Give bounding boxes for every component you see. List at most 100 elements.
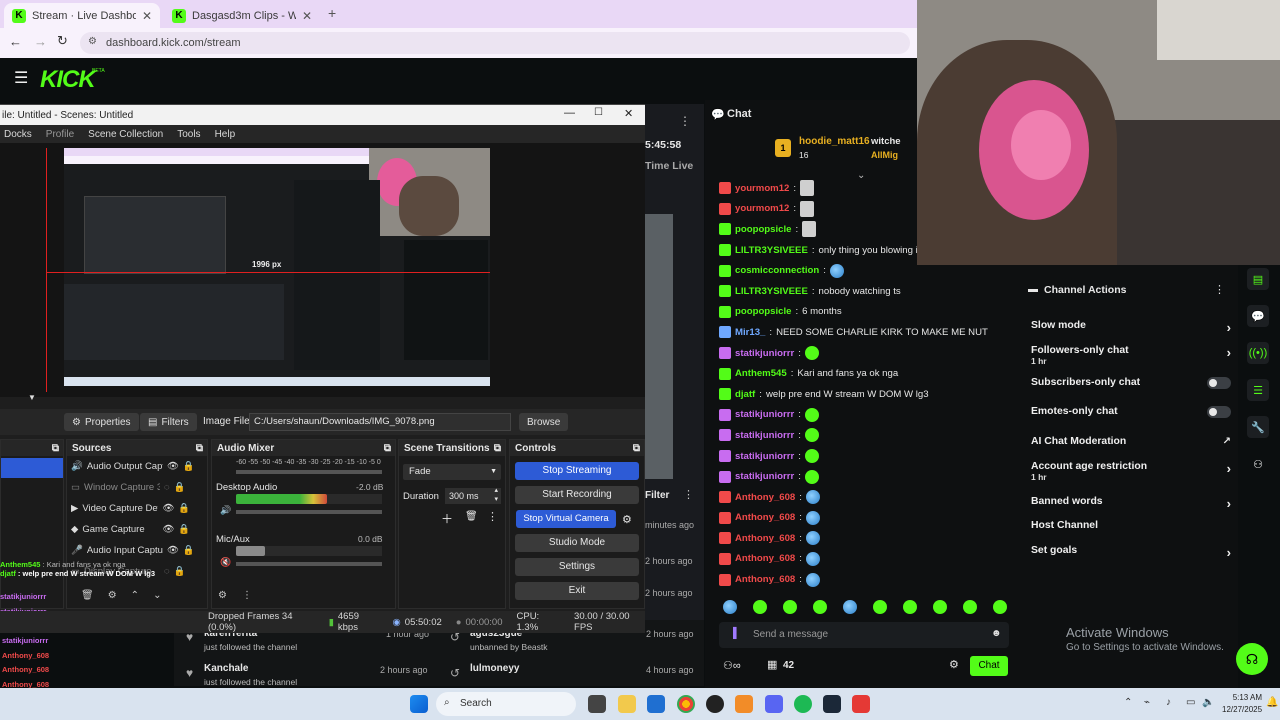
mic-muted-icon[interactable]: 🔇	[220, 557, 231, 568]
rail-list-icon[interactable]: ☰	[1247, 379, 1269, 401]
close-tab-icon[interactable]: ✕	[302, 9, 312, 23]
add-icon[interactable]: ＋	[441, 510, 453, 527]
undock-icon[interactable]: ⧉	[494, 443, 505, 454]
quick-emote-icon[interactable]	[843, 600, 857, 614]
lock-icon[interactable]: 🔒	[183, 545, 195, 556]
gear-icon[interactable]: ⚙	[108, 590, 117, 601]
tab-clips[interactable]: K Dasgasd3m Clips - Watch Live on Kick ✕	[164, 3, 320, 28]
exit-button[interactable]: Exit	[515, 582, 639, 600]
lock-icon[interactable]: 🔒	[174, 482, 186, 493]
quick-emote-icon[interactable]	[753, 600, 767, 614]
notification-icon[interactable]: 🔔	[1266, 697, 1278, 708]
stepper-icon[interactable]: ▴ ▾	[494, 486, 498, 504]
stop-virtual-camera-button[interactable]: Stop Virtual Camera	[516, 510, 616, 528]
stop-streaming-button[interactable]: Stop Streaming	[515, 462, 639, 480]
back-icon[interactable]: ←	[9, 34, 22, 49]
site-info-icon[interactable]: ⚙	[88, 36, 97, 47]
chat-username[interactable]: Mir13_	[735, 327, 765, 338]
steam-icon[interactable]	[823, 695, 841, 713]
filter-label[interactable]: Filter	[645, 490, 669, 501]
chat-username[interactable]: LILTR3YSIVEEE	[735, 286, 808, 297]
chat-username[interactable]: poopopsicle	[735, 224, 792, 235]
more-icon[interactable]: ⋮	[683, 488, 694, 501]
undock-icon[interactable]: ⧉	[384, 443, 395, 454]
gear-icon[interactable]: ⚙	[622, 513, 632, 526]
chat-username[interactable]: yourmom12	[735, 183, 789, 194]
tray-display-icon[interactable]: ▭	[1186, 697, 1195, 708]
quick-emote-icon[interactable]	[993, 600, 1007, 614]
activity-user[interactable]: lulmoneyy	[470, 663, 519, 674]
menu-icon[interactable]: ☰	[14, 68, 28, 88]
rail-broadcast-icon[interactable]: ((•))	[1247, 342, 1269, 364]
speaker-icon[interactable]: 🔊	[220, 505, 231, 516]
external-link-icon[interactable]: ↗	[1223, 436, 1231, 447]
start-icon[interactable]	[410, 695, 428, 713]
channel-action-item[interactable]: Emotes-only chat	[1031, 406, 1231, 418]
transition-select[interactable]: Fade ▼	[403, 464, 501, 480]
address-bar[interactable]: ⚙ dashboard.kick.com/stream	[80, 32, 910, 54]
chat-username[interactable]: cosmicconnection	[735, 265, 819, 276]
lock-icon[interactable]: 🔒	[178, 524, 190, 535]
lock-icon[interactable]: 🔒	[178, 503, 190, 514]
source-item[interactable]: ◆ Game Capture 👁 🔒	[67, 519, 207, 540]
properties-button[interactable]: ⚙ Properties	[64, 413, 139, 431]
menu-profile[interactable]: Profile	[46, 129, 74, 140]
volume-slider[interactable]	[236, 510, 382, 514]
more-icon[interactable]: ⋮	[242, 590, 252, 601]
more-icon[interactable]: ⋮	[679, 114, 691, 128]
channel-action-item[interactable]: Subscribers-only chat	[1031, 377, 1231, 389]
tray-network-icon[interactable]: ⌁	[1144, 697, 1150, 708]
lock-icon[interactable]: 🔒	[183, 461, 195, 472]
browse-button[interactable]: Browse	[519, 413, 569, 431]
chat-username[interactable]: Anthony_608	[735, 553, 795, 564]
remove-icon[interactable]: 🗑	[465, 511, 478, 522]
chat-username[interactable]: statikjuniorrr	[735, 409, 794, 420]
toggle-switch[interactable]	[1207, 406, 1231, 418]
volume-slider[interactable]	[236, 470, 382, 474]
channel-action-item[interactable]: Slow mode ›	[1031, 320, 1231, 335]
chat-username[interactable]: statikjuniorrr	[735, 451, 794, 462]
quick-emote-icon[interactable]	[783, 600, 797, 614]
eye-icon[interactable]: 👁	[167, 545, 179, 556]
channel-action-item[interactable]: Set goals ›	[1031, 545, 1231, 560]
channel-action-item[interactable]: Account age restriction 1 hr ›	[1031, 461, 1231, 482]
quick-emote-icon[interactable]	[873, 600, 887, 614]
chat-username[interactable]: LILTR3YSIVEEE	[735, 245, 808, 256]
obs-icon[interactable]	[706, 695, 724, 713]
eye-icon[interactable]: 👁	[162, 503, 174, 514]
mixer-settings-icon[interactable]: ⚙	[218, 590, 227, 601]
minimize-icon[interactable]: —	[564, 107, 575, 119]
menu-scene-collection[interactable]: Scene Collection	[88, 129, 163, 140]
close-tab-icon[interactable]: ✕	[142, 9, 152, 23]
file-explorer-icon[interactable]	[618, 695, 636, 713]
channel-action-item[interactable]: Host Channel	[1031, 520, 1231, 531]
settings-button[interactable]: Settings	[515, 558, 639, 576]
discord-icon[interactable]	[765, 695, 783, 713]
channel-action-item[interactable]: AI Chat Moderation ↗	[1031, 436, 1231, 447]
taskbar-clock[interactable]: 5:13 AM 12/27/2025	[1222, 692, 1262, 716]
chat-username[interactable]: statikjuniorrr	[735, 471, 794, 482]
chat-username[interactable]: Anthony_608	[735, 533, 795, 544]
reload-icon[interactable]: ↻	[57, 33, 68, 49]
quick-emote-icon[interactable]	[933, 600, 947, 614]
quick-emote-icon[interactable]	[903, 600, 917, 614]
chat-settings-icon[interactable]: ⚙	[949, 658, 959, 671]
chat-username[interactable]: Anthony_608	[735, 492, 795, 503]
rail-chat-icon[interactable]: 💬	[1247, 305, 1269, 327]
rail-wrench-icon[interactable]: 🔧	[1247, 416, 1269, 438]
more-icon[interactable]: ⋮	[487, 510, 498, 523]
studio-mode-button[interactable]: Studio Mode	[515, 534, 639, 552]
quick-emote-icon[interactable]	[723, 600, 737, 614]
tray-mic-icon[interactable]: ♪	[1166, 697, 1171, 708]
chat-username[interactable]: djatf	[735, 389, 755, 400]
channel-action-item[interactable]: Banned words ›	[1031, 496, 1231, 511]
duration-input[interactable]: 300 ms ▴ ▾	[445, 486, 501, 504]
eye-hidden-icon[interactable]: ◌	[164, 482, 170, 493]
chat-username[interactable]: statikjuniorrr	[735, 430, 794, 441]
undock-icon[interactable]: ⧉	[52, 443, 59, 454]
rail-notes-icon[interactable]: ▤	[1247, 268, 1269, 290]
source-item[interactable]: ▭ Window Capture 3 ◌ 🔒	[67, 477, 207, 498]
app-icon[interactable]	[852, 695, 870, 713]
remove-icon[interactable]: 🗑	[81, 590, 94, 601]
undock-icon[interactable]: ⧉	[633, 443, 644, 454]
